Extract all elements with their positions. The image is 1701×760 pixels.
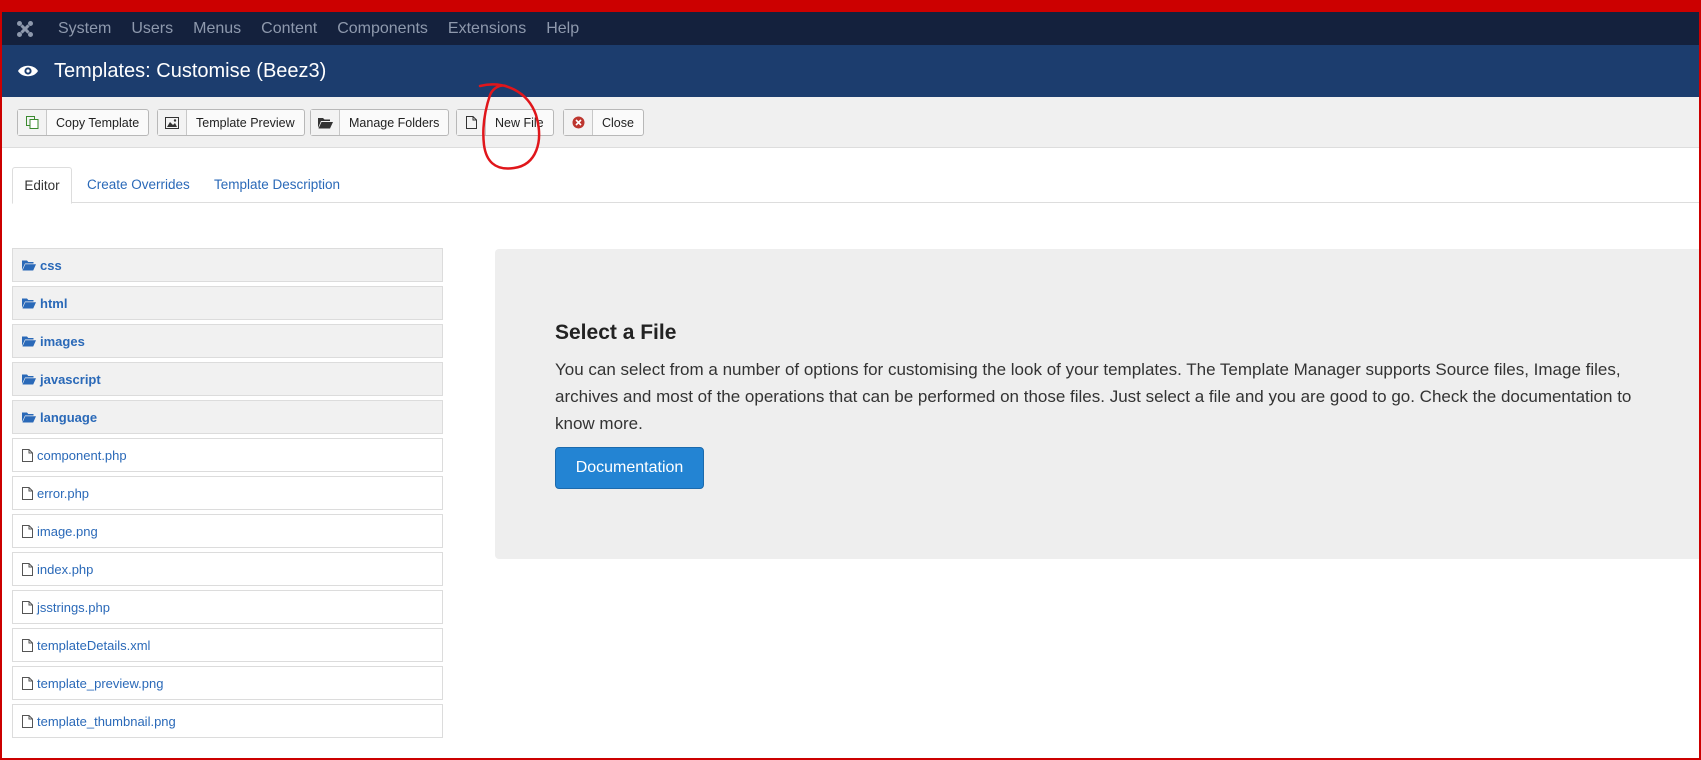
toolbar: Copy Template Template Preview Manage Fo… [2,97,1699,148]
manage-folders-button[interactable]: Manage Folders [310,109,450,136]
folder-icon [22,412,36,423]
file-icon [22,562,33,576]
file-item-index-php[interactable]: index.php [12,552,443,586]
folder-item-css[interactable]: css [12,248,443,282]
file-item-template-preview-png[interactable]: template_preview.png [12,666,443,700]
menu-menus[interactable]: Menus [183,12,251,45]
panel-description: You can select from a number of options … [555,356,1695,437]
select-file-panel: Select a File You can select from a numb… [495,249,1701,559]
close-button[interactable]: Close [563,109,644,136]
joomla-logo-icon[interactable] [2,12,48,45]
file-icon [22,676,33,690]
panel-description-line: know more. [555,414,643,433]
documentation-button[interactable]: Documentation [555,447,704,489]
top-nav: System Users Menus Content Components Ex… [2,12,1699,45]
image-icon [158,110,187,135]
menu-components[interactable]: Components [327,12,438,45]
file-item-template-thumbnail-png[interactable]: template_thumbnail.png [12,704,443,738]
tab-editor[interactable]: Editor [12,167,72,204]
file-item-templatedetails-xml[interactable]: templateDetails.xml [12,628,443,662]
file-icon [457,110,486,135]
panel-heading: Select a File [555,321,677,344]
menu-users[interactable]: Users [121,12,183,45]
file-icon [22,448,33,462]
panel-description-line: archives and most of the operations that… [555,387,1632,406]
menu-extensions[interactable]: Extensions [438,12,536,45]
folder-icon [22,336,36,347]
file-tree: css html images javascript language comp… [12,248,443,742]
tab-bar: Editor Create Overrides Template Descrip… [12,167,1699,204]
file-item-error-php[interactable]: error.php [12,476,443,510]
close-circle-icon [564,110,593,135]
folder-open-icon [311,110,340,135]
new-file-button[interactable]: New File [456,109,554,136]
panel-description-line: You can select from a number of options … [555,360,1621,379]
folder-icon [22,260,36,271]
file-icon [22,714,33,728]
folder-item-javascript[interactable]: javascript [12,362,443,396]
tab-template-description[interactable]: Template Description [214,167,340,203]
file-item-image-png[interactable]: image.png [12,514,443,548]
file-item-jsstrings-php[interactable]: jsstrings.php [12,590,443,624]
tab-create-overrides[interactable]: Create Overrides [87,167,190,203]
folder-icon [22,374,36,385]
copy-icon [18,110,47,135]
folder-item-images[interactable]: images [12,324,443,358]
copy-template-button[interactable]: Copy Template [17,109,150,136]
file-icon [22,524,33,538]
folder-item-language[interactable]: language [12,400,443,434]
folder-icon [22,298,36,309]
file-icon [22,486,33,500]
page-title: Templates: Customise (Beez3) [54,59,327,82]
file-icon [22,638,33,652]
eye-icon [2,64,54,78]
file-icon [22,600,33,614]
file-item-component-php[interactable]: component.php [12,438,443,472]
menu-content[interactable]: Content [251,12,327,45]
template-preview-button[interactable]: Template Preview [157,109,305,136]
menu-help[interactable]: Help [536,12,589,45]
folder-item-html[interactable]: html [12,286,443,320]
page-header: Templates: Customise (Beez3) [2,45,1699,97]
menu-system[interactable]: System [48,12,121,45]
